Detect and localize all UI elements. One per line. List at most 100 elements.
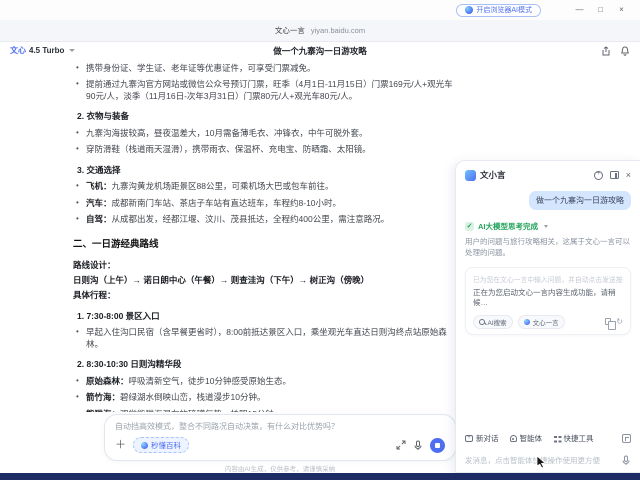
panel-title: 文小言 <box>480 169 506 181</box>
doc-text: 穿防滑鞋（栈道雨天湿滑），携带雨衣、保温杯、充电宝、防晒霜、太阳镜。 <box>86 144 371 154</box>
panel-input-row: 发消息，点击智能体快捷操作使用更方便 <box>465 453 631 466</box>
maximize-button[interactable]: □ <box>590 0 611 20</box>
new-session-icon[interactable] <box>594 171 603 180</box>
doc-bold-lead: 自驾： <box>86 214 112 224</box>
taskbar[interactable] <box>0 473 640 480</box>
doc-bold-lead: 箭竹海： <box>86 392 120 402</box>
conversation-title: 做一个九寨沟一日游攻略 <box>273 45 367 57</box>
attach-button[interactable]: ＋ <box>115 439 126 451</box>
ai-logo-icon <box>465 6 473 14</box>
doc-block: 具体行程： <box>73 290 455 301</box>
doc-text: 3. 交通选择 <box>77 165 120 175</box>
assistant-side-panel: 文小言 × 做一个九寨沟一日游攻略 ✓ AI大模型思考完成 用户的问题与旅行攻略… <box>455 160 640 473</box>
search-icon <box>479 319 485 325</box>
thinking-detail: 用户的问题与旅行攻略相关，这属于文心一言可以处理的问题。 <box>465 237 631 259</box>
agent-icon <box>510 435 517 442</box>
copy-icon[interactable] <box>605 318 611 325</box>
app-header: 文心 4.5 Turbo 做一个九寨沟一日游攻略 <box>0 42 640 59</box>
skill-chip-label: 秒懂百科 <box>151 440 181 451</box>
doc-block: 2. 衣物与装备 <box>73 111 455 122</box>
browser-window: 开启浏览器AI模式 — □ × 文心一言 yiyan.baidu.com 文心 … <box>0 0 640 480</box>
address-bar[interactable]: 文心一言 yiyan.baidu.com <box>0 20 640 42</box>
browser-ai-mode-button[interactable]: 开启浏览器AI模式 <box>456 4 541 17</box>
panel-header-actions: × <box>594 171 631 180</box>
doc-text: 提前通过九寨沟官方网站或微信公众号预订门票，旺季（4月1日-11月15日）门票1… <box>86 79 453 100</box>
minimize-button[interactable]: — <box>569 0 590 20</box>
doc-bold-lead: 飞机： <box>86 181 112 191</box>
tool-status-card: 已为您在文心一言中输入问题，并自动点击发送按钮 正在为您启动文心一言内容生成功能… <box>465 267 631 335</box>
skill-chip[interactable]: 秒懂百科 <box>133 437 189 453</box>
model-brand: 文心 <box>10 45 26 56</box>
panel-expand-icon[interactable] <box>622 434 631 443</box>
doc-bullet: •箭竹海：碧绿湖水倒映山峦，栈道漫步10分钟。 <box>73 392 455 403</box>
panel-message-input[interactable]: 发消息，点击智能体快捷操作使用更方便 <box>465 455 621 466</box>
site-name: 文心一言 <box>275 25 305 36</box>
doc-bullet: • 穿防滑鞋（栈道雨天湿滑），携带雨衣、保温杯、充电宝、防晒霜、太阳镜。 <box>73 144 455 155</box>
doc-text: 具体行程： <box>73 290 116 300</box>
doc-bullet: • 飞机：九寨沟黄龙机场距景区88公里，可乘机场大巴或包车前往。 <box>73 181 455 192</box>
model-selector[interactable]: 文心 4.5 Turbo <box>10 45 75 56</box>
doc-bullet: •九寨沟海拔较高，昼夜温差大，10月需备薄毛衣、冲锋衣，中午可脱外套。 <box>73 128 455 139</box>
doc-bullet: •早起入住沟口民宿（含早餐更省时），8:00前抵达景区入口，乘坐观光车直达日则沟… <box>73 327 455 350</box>
source-chip[interactable]: 文心一言 <box>518 315 565 329</box>
quick-tab[interactable]: 新对话 <box>465 433 499 444</box>
check-icon: ✓ <box>465 222 474 231</box>
doc-block: 2. 8:30-10:30 日则沟精华段 <box>73 359 455 370</box>
doc-text: 观赏熊猫海瀑布的磅礴气势，拍照15分钟。 <box>120 409 282 412</box>
open-window-icon[interactable] <box>610 171 619 179</box>
bullet-marker: • <box>76 181 79 192</box>
mic-icon[interactable] <box>413 440 423 451</box>
window-controls: — □ × <box>569 0 632 20</box>
bell-icon[interactable] <box>620 46 630 56</box>
panel-header: 文小言 × <box>465 169 631 181</box>
doc-text: 九寨沟海拔较高，昼夜温差大，10月需备薄毛衣、冲锋衣，中午可脱外套。 <box>86 128 367 138</box>
quick-tab-label: 智能体 <box>520 433 543 444</box>
bullet-marker: • <box>76 214 79 225</box>
composer: 自动挡高效模式，整合不同路况自动决策，有什么对比优势吗？ ＋ 秒懂百科 <box>104 414 456 461</box>
message-input[interactable]: 自动挡高效模式，整合不同路况自动决策，有什么对比优势吗？ <box>115 421 445 434</box>
message-actions: ↻ <box>605 318 623 326</box>
doc-bullet: • 熊猫海：观赏熊猫海瀑布的磅礴气势，拍照15分钟。 <box>73 409 455 412</box>
composer-toolbar: ＋ 秒懂百科 <box>115 437 445 453</box>
doc-block: 路线设计： <box>73 260 455 271</box>
browser-titlebar: 开启浏览器AI模式 — □ × <box>0 0 640 20</box>
quick-tab-label: 快捷工具 <box>564 433 594 444</box>
assistant-response: •携带身份证、学生证、老年证等优惠证件，可享受门票减免。•提前通过九寨沟官方网站… <box>73 58 455 412</box>
doc-block: 1. 7:30-8:00 景区入口 <box>73 311 455 322</box>
doc-bullet: •携带身份证、学生证、老年证等优惠证件，可享受门票减免。 <box>73 63 455 74</box>
quick-tabs: 新对话 智能体 快捷工具 <box>465 433 631 444</box>
chevron-down-icon <box>69 49 75 52</box>
close-button[interactable]: × <box>611 0 632 20</box>
stop-generating-button[interactable] <box>430 438 445 453</box>
site-url: yiyan.baidu.com <box>311 26 365 35</box>
expand-icon[interactable] <box>396 440 406 450</box>
source-chips: AI搜索文心一言 ↻ <box>473 315 623 329</box>
doc-text: 2. 8:30-10:30 日则沟精华段 <box>77 359 181 369</box>
panel-close-icon[interactable]: × <box>626 171 631 180</box>
quick-tab[interactable]: 智能体 <box>510 433 543 444</box>
doc-text: 成都新南门车站、茶店子车站有直达班车，车程约8-10小时。 <box>112 198 342 208</box>
regenerate-icon[interactable]: ↻ <box>616 318 623 326</box>
ai-disclaimer: 内容由AI生成，仅供参考，请谨慎采纳 <box>104 463 456 473</box>
doc-block: 日则沟（上午）→ 诺日朗中心（午餐）→ 则查洼沟（下午）→ 树正沟（傍晚） <box>73 275 455 286</box>
doc-bold-lead: 原始森林： <box>86 376 129 386</box>
doc-text: 九寨沟黄龙机场距景区88公里，可乘机场大巴或包车前往。 <box>112 181 334 191</box>
doc-bold-lead: 熊猫海： <box>86 409 120 412</box>
source-chip[interactable]: AI搜索 <box>473 315 513 329</box>
doc-text: 二、一日游经典路线 <box>73 239 159 250</box>
doc-text: 从成都出发，经都江堰、汶川、茂县抵达，全程约400公里，需注意路况。 <box>112 214 390 224</box>
doc-bullet: •提前通过九寨沟官方网站或微信公众号预订门票，旺季（4月1日-11月15日）门票… <box>73 79 455 102</box>
panel-mic-icon[interactable] <box>621 455 631 466</box>
tool-note: 已为您在文心一言中输入问题，并自动点击发送按钮 <box>473 274 623 284</box>
thinking-status[interactable]: ✓ AI大模型思考完成 <box>465 221 631 232</box>
quick-tab[interactable]: 快捷工具 <box>553 433 594 444</box>
bullet-marker: • <box>76 409 79 412</box>
quick-tab-list: 新对话 智能体 快捷工具 <box>465 433 594 444</box>
doc-bold-lead: 汽车： <box>86 198 112 208</box>
share-icon[interactable] <box>601 46 611 56</box>
doc-text: 早起入住沟口民宿（含早餐更省时），8:00前抵达景区入口，乘坐观光车直达日则沟终… <box>86 327 447 348</box>
thinking-status-label: AI大模型思考完成 <box>478 221 538 232</box>
model-version: 4.5 Turbo <box>29 46 64 55</box>
bullet-marker: • <box>76 144 79 155</box>
doc-block: 3. 交通选择 <box>73 165 455 176</box>
